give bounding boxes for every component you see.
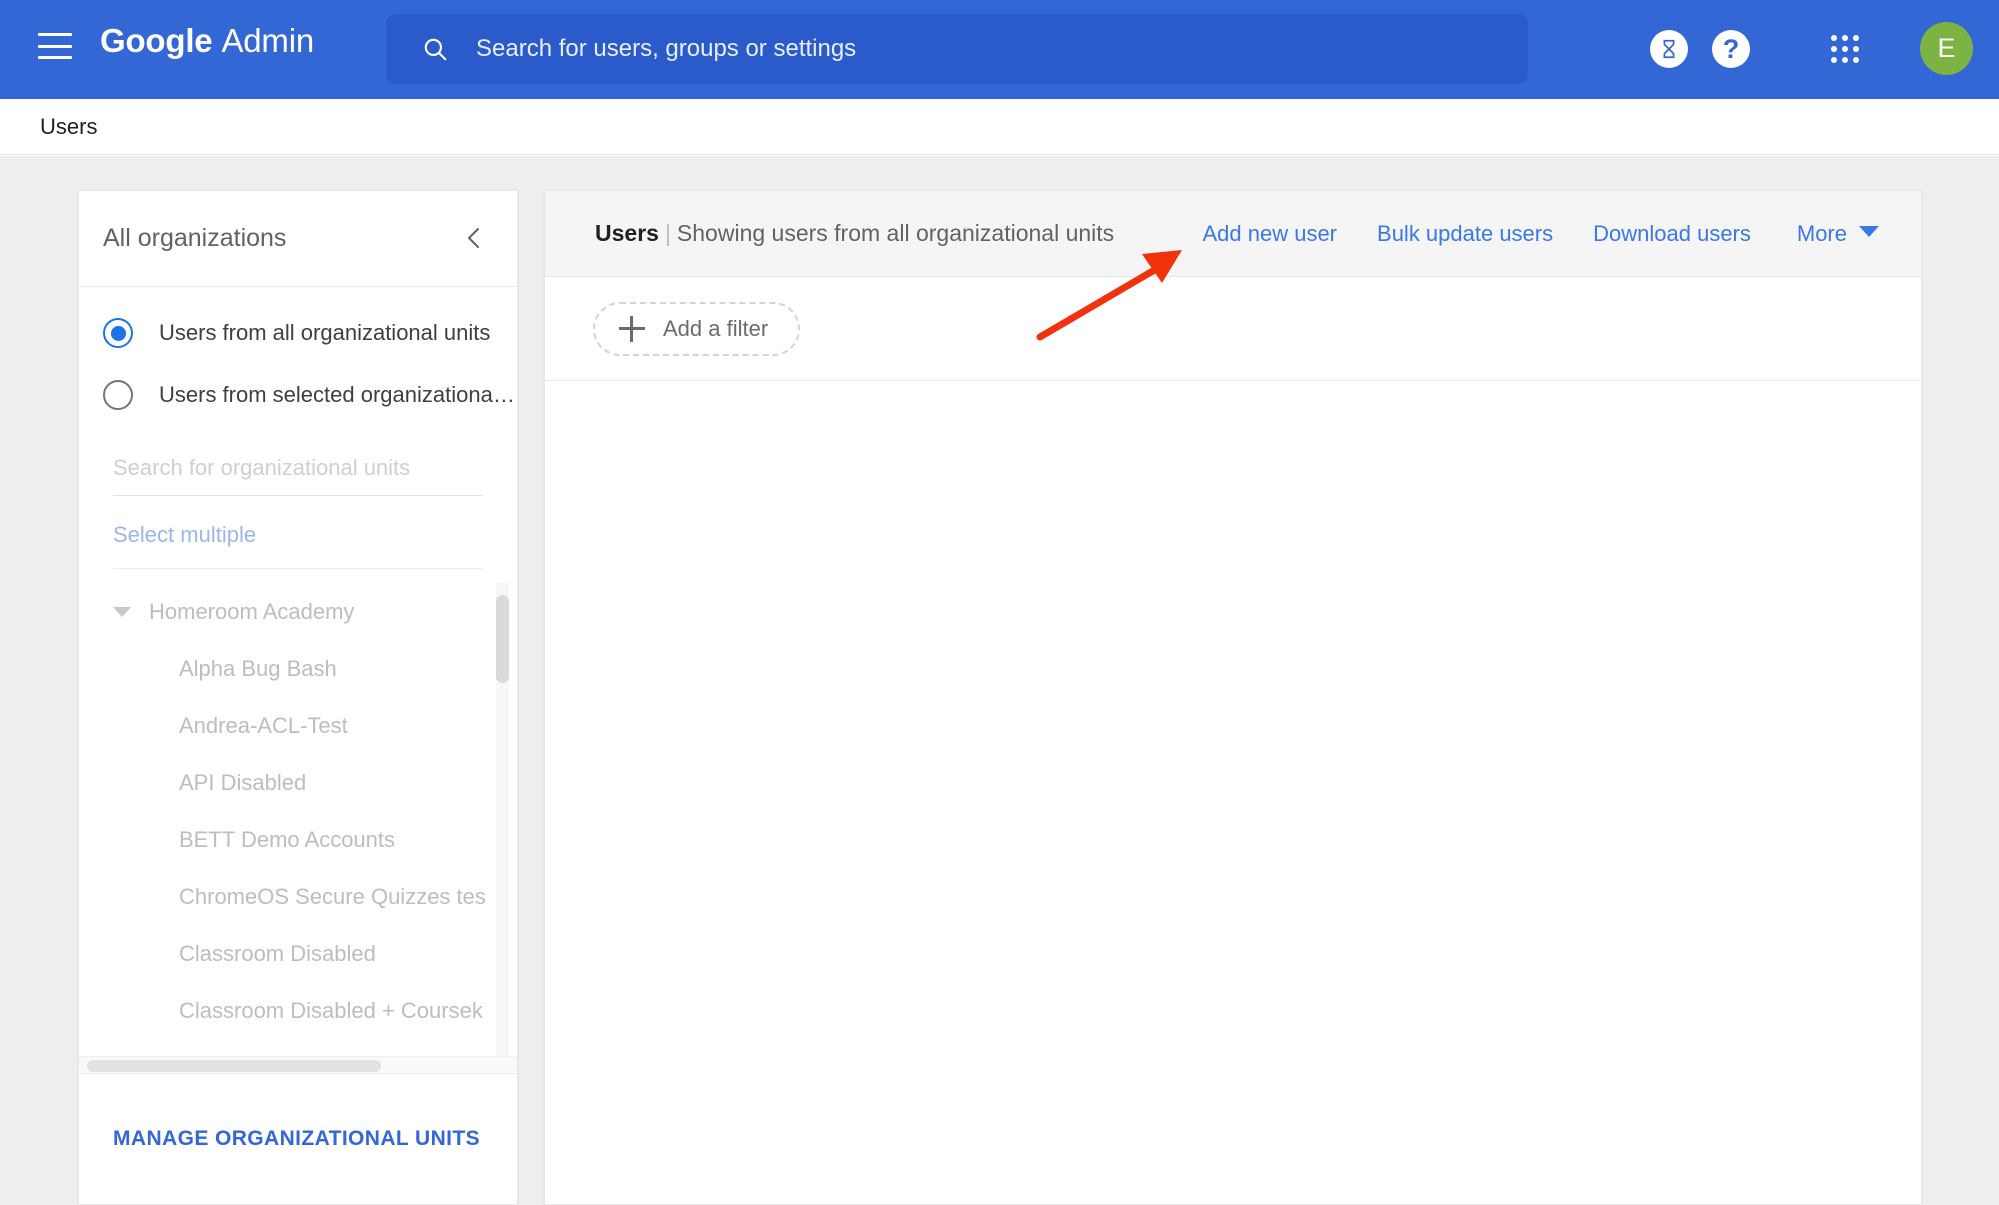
ou-tree-row[interactable]: Alpha Bug Bash [79,640,517,697]
help-icon[interactable]: ? [1710,28,1752,70]
users-panel-title-group: Users | Showing users from all organizatio… [595,220,1114,247]
caret-down-icon[interactable] [113,606,139,618]
avatar[interactable]: E [1920,22,1973,75]
ou-search-input[interactable]: Search for organizational units [113,455,483,496]
radio-all-ous-label: Users from all organizational units [159,320,491,345]
organizations-panel-footer: MANAGE ORGANIZATIONAL UNITS [79,1073,517,1204]
select-multiple-row: Select multiple [113,522,483,569]
ou-tree-label: Alpha Bug Bash [179,655,337,681]
ou-tree-vertical-scrollbar[interactable] [496,583,509,1057]
add-a-filter-chip[interactable]: Add a filter [593,301,801,356]
ou-tree-row[interactable]: Classroom Disabled [79,925,517,982]
top-app-bar: Google Admin Search for users, groups or… [0,0,1999,99]
ou-tree-row[interactable]: Classroom Disabled + Coursek [79,982,517,1039]
ou-tree-label: Classroom Disabled + Coursek [179,997,483,1023]
radio-all-ous-indicator [103,318,133,348]
global-search-input[interactable]: Search for users, groups or settings [386,14,1528,84]
manage-organizational-units-button[interactable]: MANAGE ORGANIZATIONAL UNITS [113,1127,480,1151]
ou-tree-label: ChromeOS Secure Quizzes tes [179,883,486,909]
download-users-link[interactable]: Download users [1593,221,1751,247]
organizations-panel-title: All organizations [103,224,287,252]
radio-users-from-selected-ous[interactable]: Users from selected organizational… [79,367,517,423]
ou-tree-horizontal-scroll-thumb[interactable] [87,1060,381,1072]
breadcrumb-current[interactable]: Users [40,114,97,140]
google-admin-users-page: Google Admin Search for users, groups or… [0,0,1999,1205]
ou-tree-row-root[interactable]: Homeroom Academy [79,583,517,640]
brand-admin-text: Admin [221,22,314,59]
ou-tree-row[interactable]: API Disabled [79,754,517,811]
ou-search-placeholder: Search for organizational units [113,455,411,480]
add-new-user-link[interactable]: Add new user [1202,221,1337,247]
ou-tree-label: BETT Demo Accounts [179,826,396,852]
ou-tree-label: Homeroom Academy [149,598,355,624]
hamburger-menu-icon[interactable] [38,33,72,59]
ou-tree-row[interactable]: Classroom Disabled + Coursek [79,1039,517,1058]
organizations-panel: All organizations Users from all organiz… [78,190,518,1205]
brand-title: Google Admin [100,22,314,60]
plus-icon [619,315,645,342]
avatar-initial: E [1937,33,1956,63]
ou-tree: Homeroom Academy Alpha Bug Bash Andrea-A… [79,583,517,1057]
apps-grid-icon[interactable] [1830,34,1860,64]
title-separator: | [664,220,671,246]
users-panel: Users | Showing users from all organizatio… [544,190,1922,1205]
select-multiple-link[interactable]: Select multiple [113,522,256,547]
radio-users-from-all-ous[interactable]: Users from all organizational units [79,305,517,361]
bulk-update-users-link[interactable]: Bulk update users [1377,221,1553,247]
help-glyph: ? [1712,30,1750,68]
triangle-down-icon [1859,225,1879,243]
ou-tree-label: Classroom Disabled [179,940,376,966]
ou-tree-vertical-scroll-thumb[interactable] [496,595,509,683]
users-panel-title: Users [595,220,659,246]
more-actions-label: More [1796,221,1847,246]
ou-tree-row[interactable]: ChromeOS Secure Quizzes tes [79,868,517,925]
ou-tree-horizontal-scrollbar[interactable] [79,1056,517,1072]
ou-tree-row[interactable]: BETT Demo Accounts [79,811,517,868]
radio-selected-ous-label: Users from selected organizational… [159,382,517,407]
organizations-panel-header: All organizations [79,191,517,287]
ou-tree-row[interactable]: Andrea-ACL-Test [79,697,517,754]
ou-tree-label: API Disabled [179,769,307,795]
users-filter-bar: Add a filter [545,277,1921,381]
more-actions-button[interactable]: More [1797,221,1879,247]
users-panel-subtitle: Showing users from all organizational un… [676,220,1115,246]
radio-selected-ous-indicator [103,380,133,410]
hourglass-icon[interactable] [1648,28,1690,70]
breadcrumb: Users [0,99,1999,155]
users-table-empty-area [545,381,1921,1201]
add-a-filter-label: Add a filter [663,315,769,341]
ou-tree-label: Andrea-ACL-Test [179,712,348,738]
users-panel-actions: Add new user Bulk update users Download … [1162,191,1879,277]
global-search-placeholder: Search for users, groups or settings [476,35,857,62]
users-panel-header: Users | Showing users from all organizatio… [545,191,1921,277]
search-icon [422,36,448,62]
chevron-left-icon[interactable] [459,223,489,253]
brand-google-text: Google [100,22,213,59]
